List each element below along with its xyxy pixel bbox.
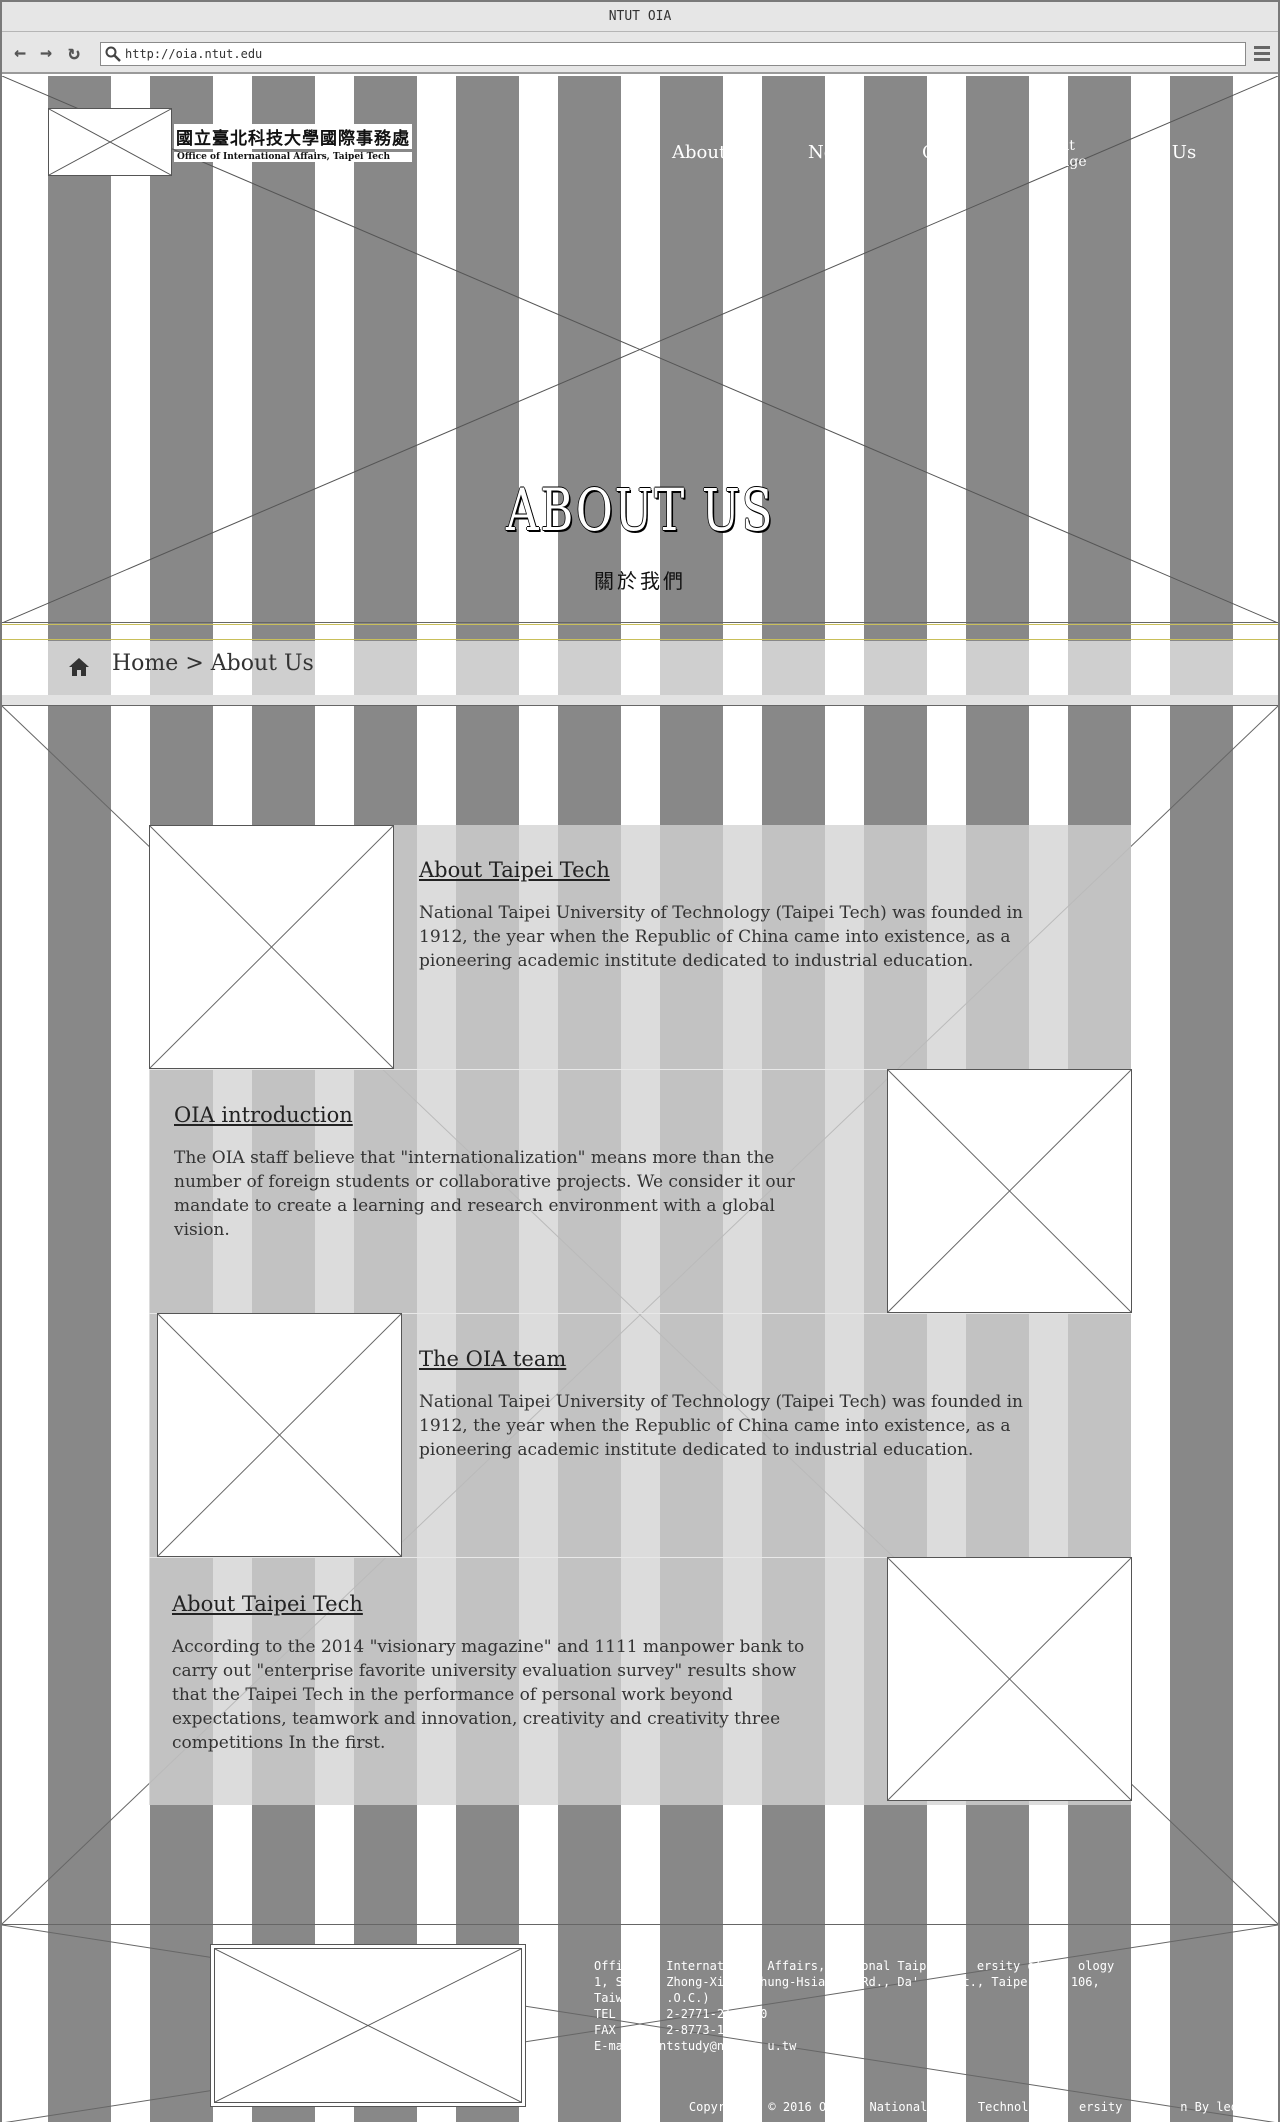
footer: Offi Internati Affairs, onal Taipei ersi… [2, 1924, 1278, 2122]
footer-line: Offi Internati Affairs, onal Taipei ersi… [594, 1959, 1115, 1973]
section-title-3: The OIA team [419, 1347, 567, 1371]
nav-o[interactable]: O [922, 142, 937, 163]
breadcrumb-current: About Us [210, 651, 314, 676]
nav-news[interactable]: Ne [808, 142, 834, 163]
breadcrumb: Home > About Us [2, 641, 1278, 695]
footer-line: 1, S Zhong-Xi hung-Hsia Rd., Da' st., Ta… [594, 1975, 1100, 1989]
section-image-3 [157, 1313, 402, 1557]
section-image-1 [149, 825, 394, 1069]
section-body-4: According to the 2014 "visionary magazin… [172, 1637, 805, 1753]
browser-window: NTUT OIA ← → ↻ http://oia.ntut.edu 國立臺北科… [0, 0, 1280, 2122]
logo-chinese: 國立臺北科技大學國際事務處 [174, 124, 412, 149]
logo-english: Office of International Affairs, Taipei … [174, 152, 412, 162]
home-icon[interactable] [68, 657, 90, 677]
nav-about[interactable]: About [672, 142, 726, 163]
content-area: About Taipei Tech National Taipei Univer… [2, 705, 1278, 1924]
logo-image[interactable] [48, 108, 172, 176]
section-body-1: National Taipei University of Technology… [419, 903, 1023, 971]
footer-line: Taiw .O.C.) [594, 1991, 710, 2005]
reload-icon[interactable]: ↻ [62, 40, 86, 64]
browser-toolbar: ← → ↻ http://oia.ntut.edu [2, 32, 1278, 74]
footer-contact-info: Offi Internati Affairs, onal Taipei ersi… [594, 1958, 1114, 2054]
section-title-4: About Taipei Tech [172, 1592, 363, 1616]
hamburger-menu-icon[interactable] [1252, 44, 1272, 64]
breadcrumb-divider [2, 624, 1278, 640]
hero-banner: 國立臺北科技大學國際事務處 Office of International Af… [2, 76, 1278, 623]
hero-subtitle: 關於我們 [594, 569, 686, 593]
section-body-2: The OIA staff believe that "internationa… [174, 1148, 795, 1240]
section-image-2 [887, 1069, 1132, 1313]
page-viewport: 國立臺北科技大學國際事務處 Office of International Af… [2, 76, 1278, 2122]
footer-logo[interactable] [210, 1944, 526, 2107]
search-icon [105, 46, 121, 62]
logo-text[interactable]: 國立臺北科技大學國際事務處 Office of International Af… [174, 124, 412, 162]
breadcrumb-separator: > [185, 651, 204, 676]
address-bar[interactable]: http://oia.ntut.edu [100, 42, 1246, 66]
breadcrumb-home[interactable]: Home [112, 651, 178, 676]
section-title-2: OIA introduction [174, 1103, 353, 1127]
section-title-1: About Taipei Tech [419, 858, 610, 882]
nav-student-exchange[interactable]: ent ange [1052, 138, 1087, 170]
forward-arrow-icon[interactable]: → [34, 40, 58, 64]
footer-email[interactable]: E-ma ntstudy@n u.tw [594, 2038, 1114, 2054]
main-nav: About Ne O ent ange act Us [662, 138, 1262, 186]
back-arrow-icon[interactable]: ← [8, 40, 32, 64]
nav-contact-us[interactable]: act Us [1138, 142, 1196, 163]
url-text: http://oia.ntut.edu [125, 47, 263, 61]
section-image-4 [887, 1557, 1132, 1801]
copyright: Copyr © 2016 OI National T Technolog ers… [688, 2100, 1238, 2114]
hero-title: ABOUT US [505, 476, 775, 544]
window-title: NTUT OIA [2, 2, 1278, 32]
footer-line: TEL 2-2771-21 0 [594, 2007, 768, 2021]
section-body-3: National Taipei University of Technology… [419, 1392, 1023, 1460]
footer-line: FAX 2-8773-18 [594, 2023, 732, 2037]
breadcrumb-bottom-band [2, 695, 1278, 705]
breadcrumb-path: Home > About Us [112, 651, 314, 676]
